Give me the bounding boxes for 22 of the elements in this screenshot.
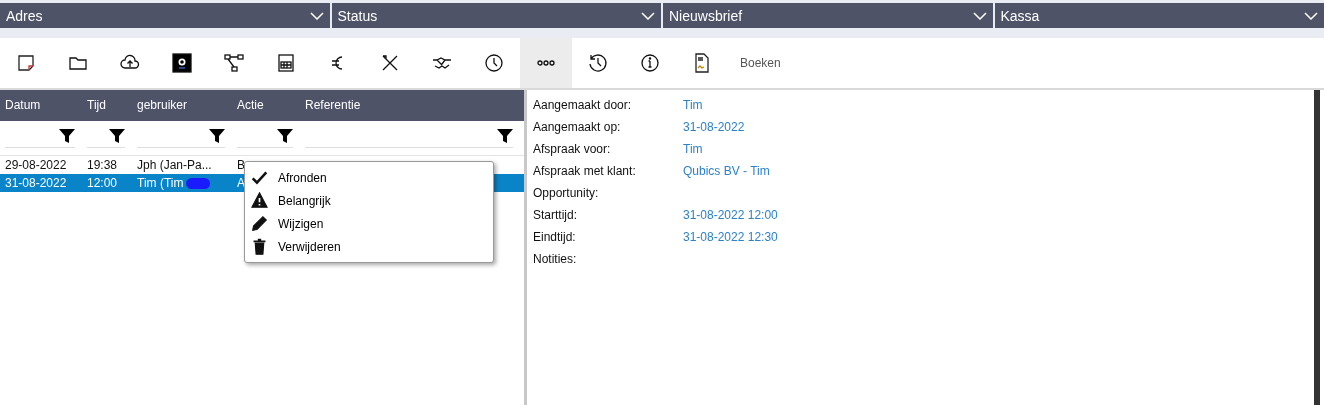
detail-value: 31-08-2022 12:00 (683, 207, 778, 224)
detail-label: Aangemaakt door: (533, 97, 633, 114)
detail-label: Starttijd: (533, 207, 578, 224)
detail-label: Opportunity: (533, 185, 600, 202)
detail-label: Notities: (533, 251, 578, 268)
table-cell: A (237, 176, 245, 190)
detail-label: Eindtijd: (533, 229, 577, 246)
table-cell: 29-08-2022 (5, 158, 67, 172)
table-cell: 19:38 (87, 158, 118, 172)
table-cell: 12:00 (87, 176, 118, 190)
detail-value: Tim (683, 141, 703, 158)
detail-label: Afspraak voor: (533, 141, 612, 158)
table-cell: Jph (Jan-Pa... (137, 158, 212, 172)
table-cell: Tim (Tim (137, 176, 184, 190)
detail-value: 31-08-2022 12:30 (683, 229, 778, 246)
detail-value: Qubics BV - Tim (683, 163, 770, 180)
detail-value: 31-08-2022 (683, 119, 745, 136)
table-cell: B (237, 158, 245, 172)
detail-value: Tim (683, 97, 703, 114)
detail-label: Aangemaakt op: (533, 119, 622, 136)
table-cell: 31-08-2022 (5, 176, 67, 190)
detail-label: Afspraak met klant: (533, 163, 637, 180)
